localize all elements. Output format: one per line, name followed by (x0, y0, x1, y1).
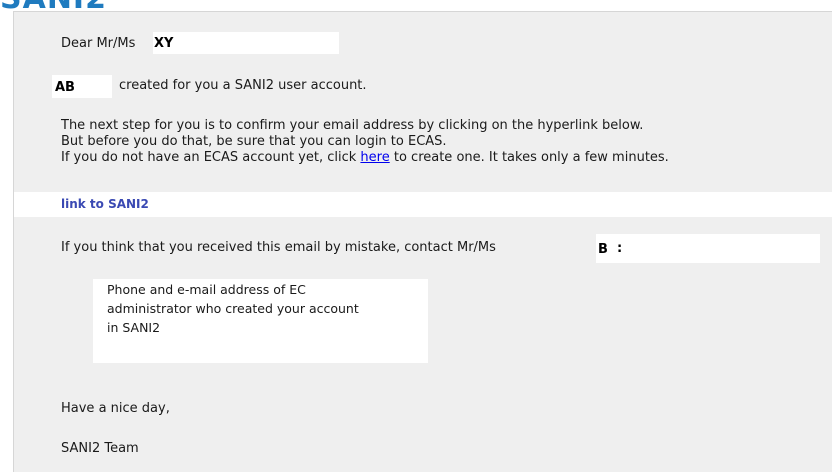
sani2-link-row: link to SANI2 (14, 192, 832, 217)
sani2-link[interactable]: link to SANI2 (61, 197, 149, 211)
next-step-line-2: But before you do that, be sure that you… (61, 134, 447, 149)
ecas-here-link[interactable]: here (360, 150, 389, 165)
creator-name: AB (55, 80, 75, 95)
sani2-logo: SANI2 (0, 0, 107, 10)
ecas-prefix: If you do not have an ECAS account yet, … (61, 150, 357, 165)
note-line-1: Phone and e-mail address of EC (107, 282, 306, 297)
greeting-prefix: Dear Mr/Ms (61, 36, 136, 51)
closing-text: Have a nice day, (61, 401, 170, 416)
ecas-line: If you do not have an ECAS account yet, … (61, 150, 669, 166)
mistake-text: If you think that you received this emai… (61, 240, 496, 255)
recipient-name-field: XY (153, 32, 339, 54)
note-line-2: administrator who created your account (107, 301, 359, 316)
admin-contact-note: Phone and e-mail address of EC administr… (93, 279, 428, 363)
admin-name-field: B : (596, 234, 820, 263)
admin-colon: : (617, 241, 623, 256)
recipient-name: XY (154, 36, 174, 51)
next-step-line-1: The next step for you is to confirm your… (61, 118, 644, 133)
note-line-3: in SANI2 (107, 320, 161, 335)
admin-name: B (598, 242, 608, 257)
creator-sentence: created for you a SANI2 user account. (119, 78, 367, 93)
ecas-suffix: to create one. It takes only a few minut… (393, 150, 669, 165)
creator-name-field: AB (52, 75, 112, 98)
